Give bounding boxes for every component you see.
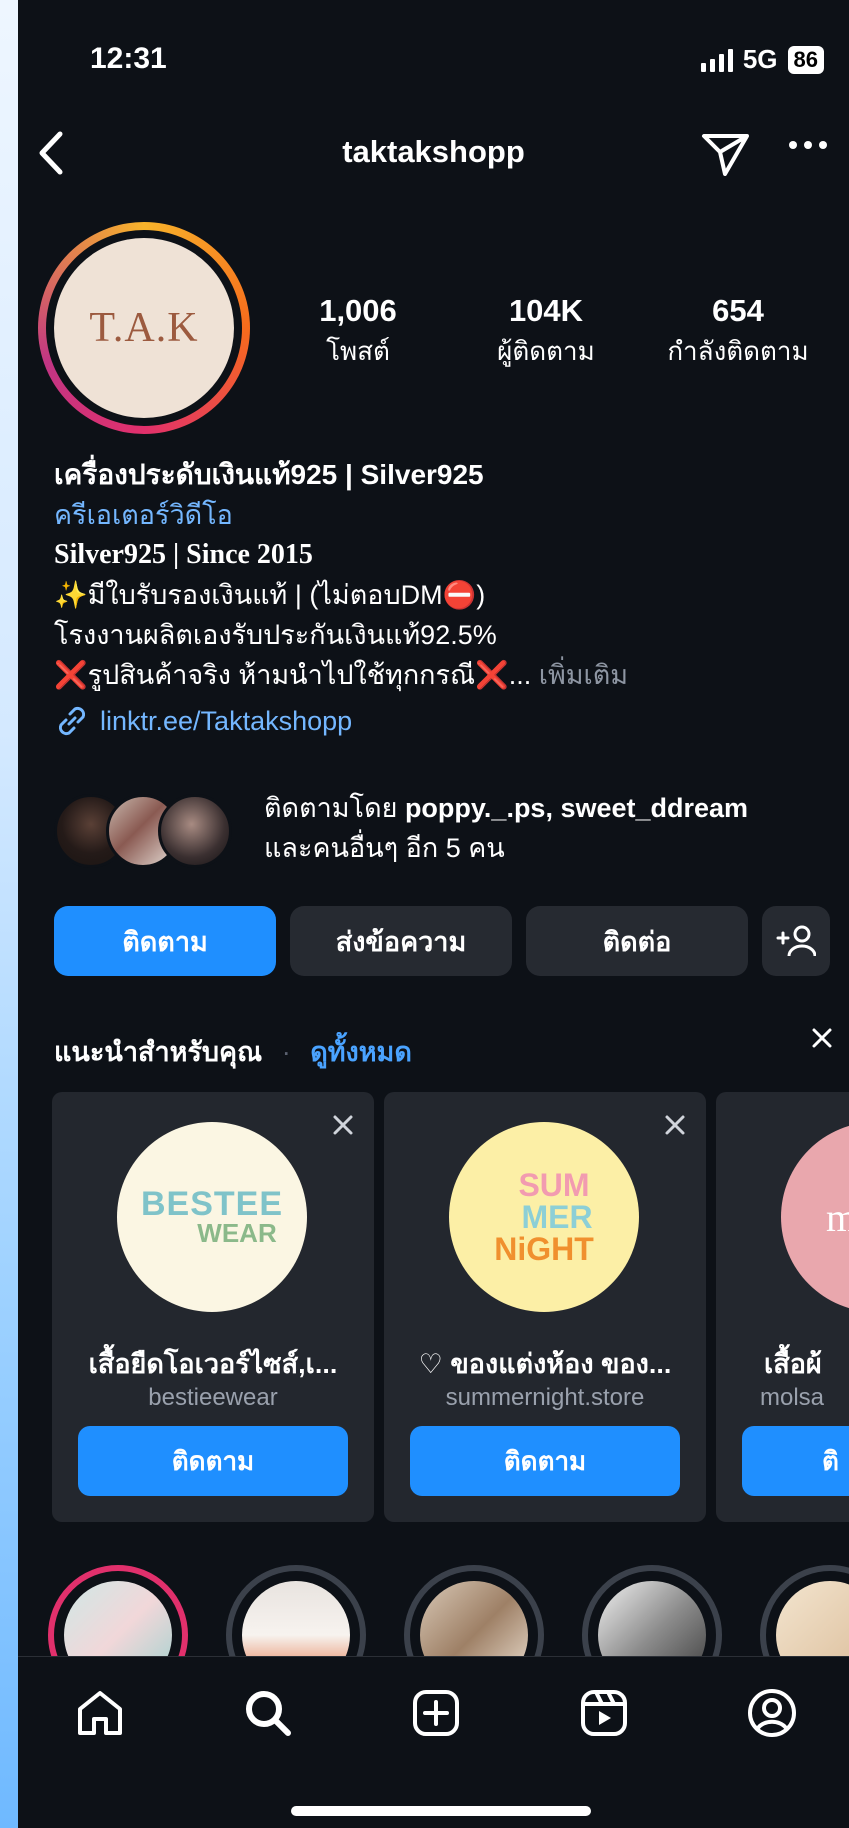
home-indicator [291, 1806, 591, 1816]
status-bar: 12:31 5G 86 [18, 40, 849, 80]
suggestion-username: molsa [760, 1384, 825, 1411]
battery-icon: 86 [787, 45, 824, 74]
bio-line-3: โรงงานผลิตเองรับประกันเงินแท้92.5% [54, 620, 497, 650]
profile-category[interactable]: ครีเอเตอร์วิดีโอ [54, 495, 834, 535]
dismiss-suggestion-button[interactable] [332, 1114, 354, 1141]
bio-line-4: ❌รูปสินค้าจริง ห้ามนำไปใช้ทุกกรณี❌... [54, 660, 532, 690]
background-strip [0, 0, 18, 1828]
follower-avatar [158, 794, 232, 868]
suggested-users-button[interactable] [762, 906, 830, 976]
profile-icon [748, 1689, 796, 1737]
suggestion-avatar: m [781, 1122, 849, 1312]
more-button[interactable] [788, 138, 828, 156]
profile-link[interactable]: linktr.ee/Taktakshopp [54, 701, 834, 741]
tab-home[interactable] [74, 1687, 126, 1744]
followed-by-prefix: ติดตามโดย [264, 793, 398, 823]
stat-followers[interactable]: 104K ผู้ติดตาม [456, 293, 636, 372]
close-suggestions-button[interactable] [810, 1026, 834, 1057]
suggestion-card[interactable]: SUM MER NiGHT ♡ ของแต่งห้อง ของ... summe… [384, 1092, 706, 1522]
suggestion-username: bestieewear [148, 1384, 278, 1411]
bio-line-4-row: ❌รูปสินค้าจริง ห้ามนำไปใช้ทุกกรณี❌... เพ… [54, 655, 834, 695]
bio-more-link[interactable]: เพิ่มเติม [539, 660, 628, 690]
suggestions-header: แนะนำสำหรับคุณ · ดูทั้งหมด [54, 1028, 834, 1073]
suggestion-follow-button[interactable]: ติดตาม [410, 1426, 680, 1496]
profile-bio: เครื่องประดับเงินแท้925 | Silver925 ครีเ… [54, 455, 834, 741]
suggestion-avatar: BESTEE WEAR [117, 1122, 307, 1312]
suggestion-follow-label: ติ [822, 1445, 839, 1476]
brand-logo-line1: SUM [518, 1167, 590, 1203]
suggestion-avatar: SUM MER NiGHT [449, 1122, 639, 1312]
suggestion-title: เสื้อผ้ [764, 1349, 822, 1379]
close-icon [812, 1028, 832, 1048]
avatar: T.A.K [54, 238, 234, 418]
network-type: 5G [742, 44, 778, 74]
followed-by-names: poppy._.ps, sweet_ddream [404, 793, 749, 823]
dismiss-suggestion-button[interactable] [664, 1114, 686, 1141]
brand-logo-line3: NiGHT [494, 1231, 594, 1267]
profile-header: taktakshopp [18, 130, 849, 180]
follow-button[interactable]: ติดตาม [54, 906, 276, 976]
stat-followers-label: ผู้ติดตาม [497, 336, 595, 366]
paper-plane-icon [702, 134, 749, 176]
tab-profile[interactable] [746, 1687, 798, 1744]
suggestion-card[interactable]: m เสื้อผ้ molsa ติ [716, 1092, 849, 1522]
add-icon [413, 1690, 459, 1736]
suggestion-follow-button[interactable]: ติ [742, 1426, 849, 1496]
suggestion-follow-label: ติดตาม [503, 1445, 587, 1476]
link-icon [58, 706, 86, 736]
brand-logo-text: m [826, 1194, 849, 1240]
status-time: 12:31 [90, 42, 167, 75]
profile-link-text: linktr.ee/Taktakshopp [100, 706, 353, 736]
status-right: 5G 86 [700, 44, 824, 75]
stat-posts-label: โพสต์ [326, 336, 390, 366]
suggestion-follow-label: ติดตาม [171, 1445, 255, 1476]
add-person-icon [776, 925, 816, 957]
stat-following[interactable]: 654 กำลังติดตาม [648, 293, 828, 372]
suggestions-title: แนะนำสำหรับคุณ [54, 1037, 263, 1067]
avatar-logo-text: T.A.K [89, 305, 199, 351]
followed-by-text: ติดตามโดย poppy._.ps, sweet_ddream และคน… [264, 788, 748, 868]
reels-icon [581, 1690, 627, 1736]
brand-logo-line2: WEAR [197, 1218, 277, 1248]
stat-following-label: กำลังติดตาม [667, 336, 809, 366]
stat-following-value: 654 [712, 293, 764, 328]
close-icon [333, 1115, 353, 1135]
tab-create[interactable] [410, 1687, 462, 1744]
close-icon [665, 1115, 685, 1135]
see-all-link[interactable]: ดูทั้งหมด [310, 1037, 412, 1067]
bio-line-1: Silver925 | Since 2015 [54, 539, 313, 570]
followed-by-others: และคนอื่นๆ อีก 5 คน [264, 833, 505, 863]
follow-button-label: ติดตาม [122, 926, 208, 957]
followed-by[interactable]: ติดตามโดย poppy._.ps, sweet_ddream และคน… [54, 788, 834, 868]
bio-line-2: ✨มีใบรับรองเงินแท้ | (ไม่ตอบDM⛔) [54, 580, 486, 610]
suggestion-username: summernight.store [445, 1384, 645, 1411]
suggestion-card[interactable]: BESTEE WEAR เสื้อยืดโอเวอร์ไซส์,เ... bes… [52, 1092, 374, 1522]
tab-reels[interactable] [578, 1687, 630, 1744]
profile-display-name: เครื่องประดับเงินแท้925 | Silver925 [54, 459, 484, 490]
stat-posts[interactable]: 1,006 โพสต์ [268, 293, 448, 372]
suggestion-title: เสื้อยืดโอเวอร์ไซส์,เ... [88, 1349, 338, 1379]
message-button-label: ส่งข้อความ [335, 926, 467, 957]
home-icon [78, 1691, 122, 1735]
search-icon [246, 1691, 291, 1736]
stat-followers-value: 104K [508, 293, 584, 328]
message-button[interactable]: ส่งข้อความ [290, 906, 512, 976]
contact-button[interactable]: ติดต่อ [526, 906, 748, 976]
contact-button-label: ติดต่อ [602, 926, 672, 957]
bottom-tab-bar [18, 1656, 849, 1828]
send-button[interactable] [701, 130, 751, 181]
suggestion-title: ♡ ของแต่งห้อง ของ... [418, 1349, 672, 1379]
brand-logo-line2: MER [521, 1199, 593, 1235]
suggestion-follow-button[interactable]: ติดตาม [78, 1426, 348, 1496]
avatar-story-ring[interactable]: T.A.K [38, 222, 250, 434]
phone-screen: 12:31 5G 86 taktakshopp T.A.K 1,006 โพสต… [18, 0, 849, 1828]
signal-icon [700, 48, 733, 72]
stat-posts-value: 1,006 [319, 293, 397, 328]
more-dots-icon [789, 141, 827, 149]
story-highlights [18, 1565, 849, 1705]
tab-search[interactable] [242, 1687, 294, 1744]
